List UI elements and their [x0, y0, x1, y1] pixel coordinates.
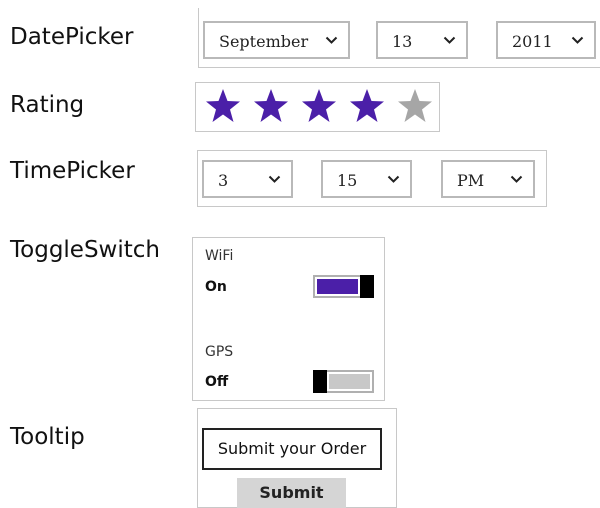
submit-button[interactable]: Submit	[237, 478, 346, 508]
label-tooltip: Tooltip	[10, 424, 85, 450]
period-value: PM	[457, 171, 485, 190]
gps-toggle[interactable]	[313, 370, 374, 393]
star-icon[interactable]	[252, 87, 290, 125]
gps-state: Off	[205, 374, 229, 390]
gps-header: GPS	[205, 344, 234, 360]
tooltip-popup: Submit your Order	[202, 428, 382, 470]
label-datepicker: DatePicker	[10, 24, 134, 50]
gps-toggle-fill	[329, 374, 370, 389]
star-icon[interactable]	[348, 87, 386, 125]
hour-dropdown[interactable]: 3	[202, 160, 293, 198]
star-icon[interactable]	[396, 87, 434, 125]
chevron-down-icon	[443, 36, 456, 44]
label-toggleswitch: ToggleSwitch	[10, 237, 160, 263]
period-dropdown[interactable]: PM	[441, 160, 535, 198]
wifi-toggle-thumb	[360, 275, 374, 298]
minute-value: 15	[337, 171, 358, 190]
star-icon[interactable]	[204, 87, 242, 125]
chevron-down-icon	[387, 175, 400, 183]
year-value: 2011	[512, 32, 553, 51]
rating-control[interactable]	[195, 82, 440, 132]
gps-toggle-thumb	[313, 370, 327, 393]
wifi-state: On	[205, 279, 227, 295]
year-dropdown[interactable]: 2011	[496, 21, 596, 59]
wifi-toggle[interactable]	[313, 275, 374, 298]
wifi-header: WiFi	[205, 248, 234, 264]
chevron-down-icon	[510, 175, 523, 183]
month-dropdown[interactable]: September	[203, 21, 350, 59]
day-value: 13	[392, 32, 413, 51]
chevron-down-icon	[325, 36, 338, 44]
hour-value: 3	[218, 171, 229, 190]
datepicker-panel: September 13 2011	[198, 8, 600, 68]
month-value: September	[219, 32, 309, 51]
timepicker-panel: 3 15 PM	[197, 150, 547, 207]
wifi-toggle-fill	[317, 279, 358, 294]
label-rating: Rating	[10, 92, 85, 118]
toggleswitch-panel: WiFi On GPS Off	[192, 237, 385, 401]
star-icon[interactable]	[300, 87, 338, 125]
day-dropdown[interactable]: 13	[376, 21, 468, 59]
label-timepicker: TimePicker	[10, 158, 135, 184]
minute-dropdown[interactable]: 15	[321, 160, 412, 198]
chevron-down-icon	[571, 36, 584, 44]
chevron-down-icon	[268, 175, 281, 183]
